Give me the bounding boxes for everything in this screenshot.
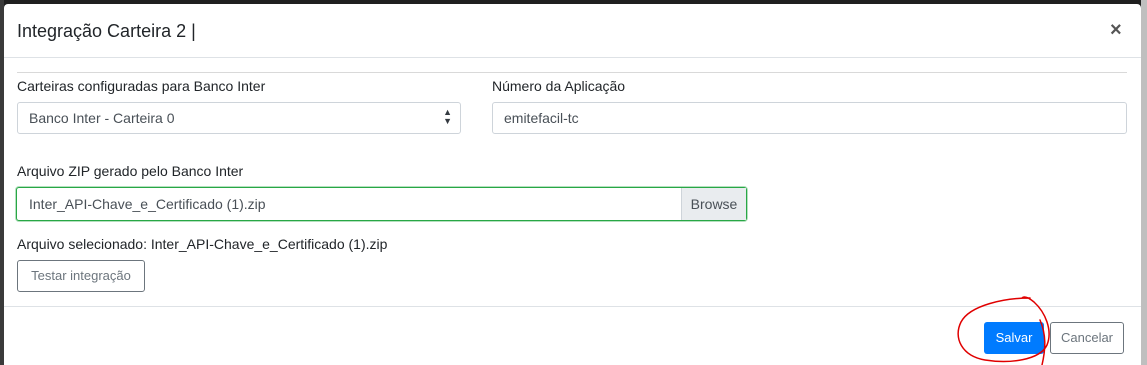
zip-file-input[interactable]: Inter_API-Chave_e_Certificado (1).zip Br… (16, 187, 747, 221)
zip-file-name: Inter_API-Chave_e_Certificado (1).zip (29, 196, 266, 212)
modal-header: Integração Carteira 2 | × (4, 4, 1141, 58)
browse-button[interactable]: Browse (681, 188, 746, 220)
integration-modal: Integração Carteira 2 | × Carteiras conf… (4, 4, 1141, 365)
app-number-input[interactable]: emitefacil-tc (492, 102, 1127, 134)
wallets-select-value: Banco Inter - Carteira 0 (29, 110, 175, 126)
sort-arrows-icon: ▲ ▼ (443, 107, 452, 126)
app-number-value: emitefacil-tc (504, 110, 579, 126)
footer-divider (4, 306, 1141, 307)
zip-file-label: Arquivo ZIP gerado pelo Banco Inter (17, 163, 244, 179)
wallets-label: Carteiras configuradas para Banco Inter (17, 78, 266, 94)
selected-file-text: Arquivo selecionado: Inter_API-Chave_e_C… (17, 236, 388, 252)
close-icon[interactable]: × (1110, 20, 1122, 40)
section-divider (17, 72, 1127, 73)
test-integration-button[interactable]: Testar integração (17, 260, 145, 292)
modal-title: Integração Carteira 2 | (17, 21, 196, 41)
cancel-button[interactable]: Cancelar (1050, 322, 1124, 354)
page-backdrop-right (1141, 0, 1147, 365)
wallets-select[interactable]: Banco Inter - Carteira 0 ▲ ▼ (17, 102, 461, 134)
save-button[interactable]: Salvar (984, 322, 1044, 354)
app-number-label: Número da Aplicação (492, 78, 626, 94)
